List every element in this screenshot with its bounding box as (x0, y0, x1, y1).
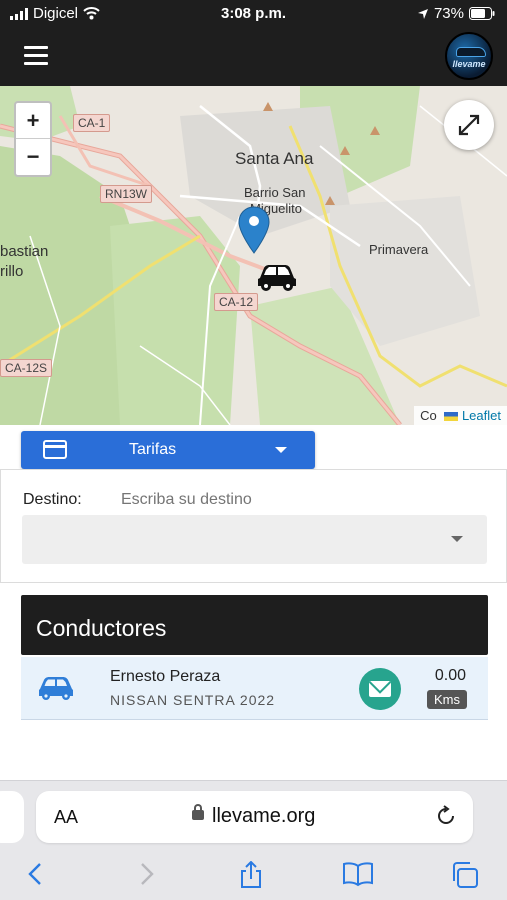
leaflet-link[interactable]: Leaflet (462, 408, 501, 423)
map-attribution: Co Leaflet (414, 406, 507, 425)
map-label-barrio: Barrio San (244, 185, 306, 200)
destino-select[interactable] (22, 515, 487, 564)
tarifas-label: Tarifas (129, 441, 177, 458)
credit-card-icon (43, 440, 67, 459)
driver-distance: 0.00 (434, 667, 466, 684)
driver-list-item[interactable]: Ernesto Peraza NISSAN SENTRA 2022 0.00 K… (21, 657, 488, 720)
road-shield-rn13w: RN13W (100, 185, 153, 203)
address-bar[interactable]: AA llevame.org (36, 791, 473, 843)
menu-icon[interactable] (24, 46, 48, 66)
share-icon[interactable] (238, 861, 264, 889)
status-bar: Digicel 3:08 p.m. 73% (0, 0, 507, 28)
bookmarks-icon[interactable] (342, 861, 374, 887)
driver-name: Ernesto Peraza (110, 668, 221, 685)
app-header: llevame (0, 28, 507, 86)
map[interactable]: Santa Ana Barrio San Miguelito Primavera… (0, 86, 507, 425)
zoom-in-button[interactable]: + (16, 103, 50, 139)
attribution-prefix: Co (420, 408, 437, 423)
text-size-button[interactable]: AA (54, 807, 78, 828)
status-right: 73% (417, 5, 495, 22)
road-shield-ca12s: CA-12S (0, 359, 53, 377)
road-shield-ca12: CA-12 (214, 293, 259, 311)
driver-car-model: NISSAN SENTRA 2022 (110, 692, 276, 708)
select-chevron-down-icon (451, 536, 463, 542)
location-pin-icon[interactable] (238, 206, 270, 254)
conductores-title: Conductores (21, 595, 488, 655)
destino-input[interactable] (121, 491, 421, 509)
distance-unit-badge: Kms (427, 690, 467, 709)
map-label-santa-ana: Santa Ana (235, 149, 314, 168)
lock-icon (192, 804, 204, 820)
destino-label: Destino: (23, 491, 82, 508)
forward-icon[interactable] (136, 861, 156, 887)
battery-icon (469, 7, 495, 20)
envelope-icon (369, 681, 391, 697)
battery-percent: 73% (433, 5, 464, 22)
tarifas-button[interactable]: Tarifas (21, 431, 315, 469)
expand-icon (458, 114, 480, 136)
destino-panel: Destino: (0, 469, 507, 583)
tabs-icon[interactable] (450, 861, 480, 889)
driver-car-marker-icon[interactable] (256, 262, 298, 292)
ukraine-flag-icon (444, 412, 459, 422)
logo-text: llevame (452, 59, 486, 69)
map-label-bastian: bastian (0, 243, 49, 260)
reload-icon[interactable] (435, 805, 457, 827)
map-label-rillo: rillo (0, 263, 24, 280)
fullscreen-button[interactable] (444, 100, 494, 150)
map-tiles (0, 86, 507, 425)
back-icon[interactable] (26, 861, 46, 887)
map-label-primavera: Primavera (369, 242, 429, 257)
road-shield-ca1: CA-1 (73, 114, 111, 132)
url-text[interactable]: llevame.org (212, 805, 315, 828)
logo: llevame (445, 32, 493, 80)
previous-tab-card[interactable] (0, 791, 24, 843)
car-icon (39, 677, 73, 700)
location-arrow-icon (417, 8, 428, 19)
zoom-control: + − (14, 101, 52, 177)
message-driver-button[interactable] (359, 668, 401, 710)
chevron-down-icon (275, 447, 287, 453)
browser-bar: AA llevame.org (0, 780, 507, 900)
zoom-out-button[interactable]: − (16, 139, 50, 175)
logo-car-icon (456, 47, 486, 57)
